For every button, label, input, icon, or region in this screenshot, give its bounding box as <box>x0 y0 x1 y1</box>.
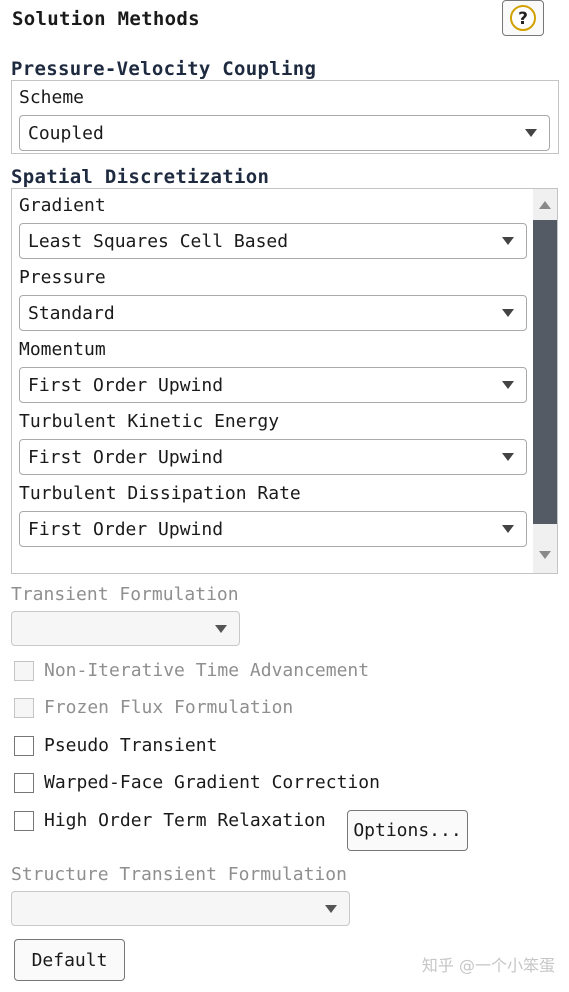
structure-transient-formulation-dropdown[interactable] <box>11 891 350 926</box>
transient-formulation-label: Transient Formulation <box>11 584 239 605</box>
chevron-down-icon <box>215 625 227 633</box>
momentum-label: Momentum <box>19 339 106 360</box>
scheme-label: Scheme <box>19 87 85 108</box>
checkbox-box[interactable] <box>14 772 34 793</box>
scheme-value: Coupled <box>28 122 104 144</box>
chevron-down-icon <box>325 905 337 913</box>
checkbox-label: Non-Iterative Time Advancement <box>44 660 370 681</box>
spatial-scrollbar[interactable] <box>533 189 557 573</box>
momentum-dropdown[interactable]: First Order Upwind <box>19 367 527 403</box>
tke-label: Turbulent Kinetic Energy <box>19 411 280 432</box>
spatial-section-title: Spatial Discretization <box>11 166 270 188</box>
momentum-value: First Order Upwind <box>28 374 224 396</box>
checkbox-box[interactable] <box>14 697 34 718</box>
checkbox-label: High Order Term Relaxation <box>44 810 326 831</box>
checkbox-box[interactable] <box>14 735 34 756</box>
pressure-velocity-section-title: Pressure-Velocity Coupling <box>11 58 317 80</box>
chevron-down-icon <box>502 453 514 461</box>
frozen-flux-formulation-checkbox[interactable]: Frozen Flux Formulation <box>14 697 293 718</box>
pressure-velocity-group: Scheme Coupled <box>11 80 559 154</box>
svg-text:?: ? <box>518 9 528 29</box>
checkbox-box[interactable] <box>14 810 34 831</box>
checkbox-label: Pseudo Transient <box>44 735 218 756</box>
pressure-value: Standard <box>28 302 115 324</box>
tdr-value: First Order Upwind <box>28 518 224 540</box>
gradient-value: Least Squares Cell Based <box>28 230 289 252</box>
high-order-term-relaxation-checkbox[interactable]: High Order Term Relaxation <box>14 810 326 831</box>
tdr-dropdown[interactable]: First Order Upwind <box>19 511 527 547</box>
scroll-down-arrow-icon[interactable] <box>539 551 551 559</box>
warped-face-gradient-correction-checkbox[interactable]: Warped-Face Gradient Correction <box>14 772 380 793</box>
chevron-down-icon <box>502 381 514 389</box>
default-button[interactable]: Default <box>14 939 125 981</box>
options-button[interactable]: Options... <box>347 810 468 851</box>
help-button[interactable]: ? <box>502 0 544 36</box>
watermark: 知乎 @一个小笨蛋 <box>421 956 555 975</box>
scheme-dropdown[interactable]: Coupled <box>19 115 550 151</box>
gradient-dropdown[interactable]: Least Squares Cell Based <box>19 223 527 259</box>
spatial-group: Gradient Least Squares Cell Based Pressu… <box>11 188 558 574</box>
checkbox-label: Frozen Flux Formulation <box>44 697 294 718</box>
tke-value: First Order Upwind <box>28 446 224 468</box>
checkbox-label: Warped-Face Gradient Correction <box>44 772 380 793</box>
tke-dropdown[interactable]: First Order Upwind <box>19 439 527 475</box>
non-iterative-time-advancement-checkbox[interactable]: Non-Iterative Time Advancement <box>14 660 369 681</box>
scroll-up-arrow-icon[interactable] <box>539 201 551 209</box>
chevron-down-icon <box>502 309 514 317</box>
pressure-label: Pressure <box>19 267 106 288</box>
chevron-down-icon <box>502 237 514 245</box>
panel-title: Solution Methods <box>12 8 200 30</box>
tdr-label: Turbulent Dissipation Rate <box>19 483 301 504</box>
pressure-dropdown[interactable]: Standard <box>19 295 527 331</box>
transient-formulation-dropdown[interactable] <box>11 611 240 646</box>
gradient-label: Gradient <box>19 195 106 216</box>
chevron-down-icon <box>525 129 537 137</box>
pseudo-transient-checkbox[interactable]: Pseudo Transient <box>14 735 217 756</box>
help-icon: ? <box>510 5 536 31</box>
scrollbar-thumb[interactable] <box>533 220 557 524</box>
chevron-down-icon <box>502 525 514 533</box>
checkbox-box[interactable] <box>14 660 34 681</box>
structure-transient-formulation-label: Structure Transient Formulation <box>11 864 347 885</box>
